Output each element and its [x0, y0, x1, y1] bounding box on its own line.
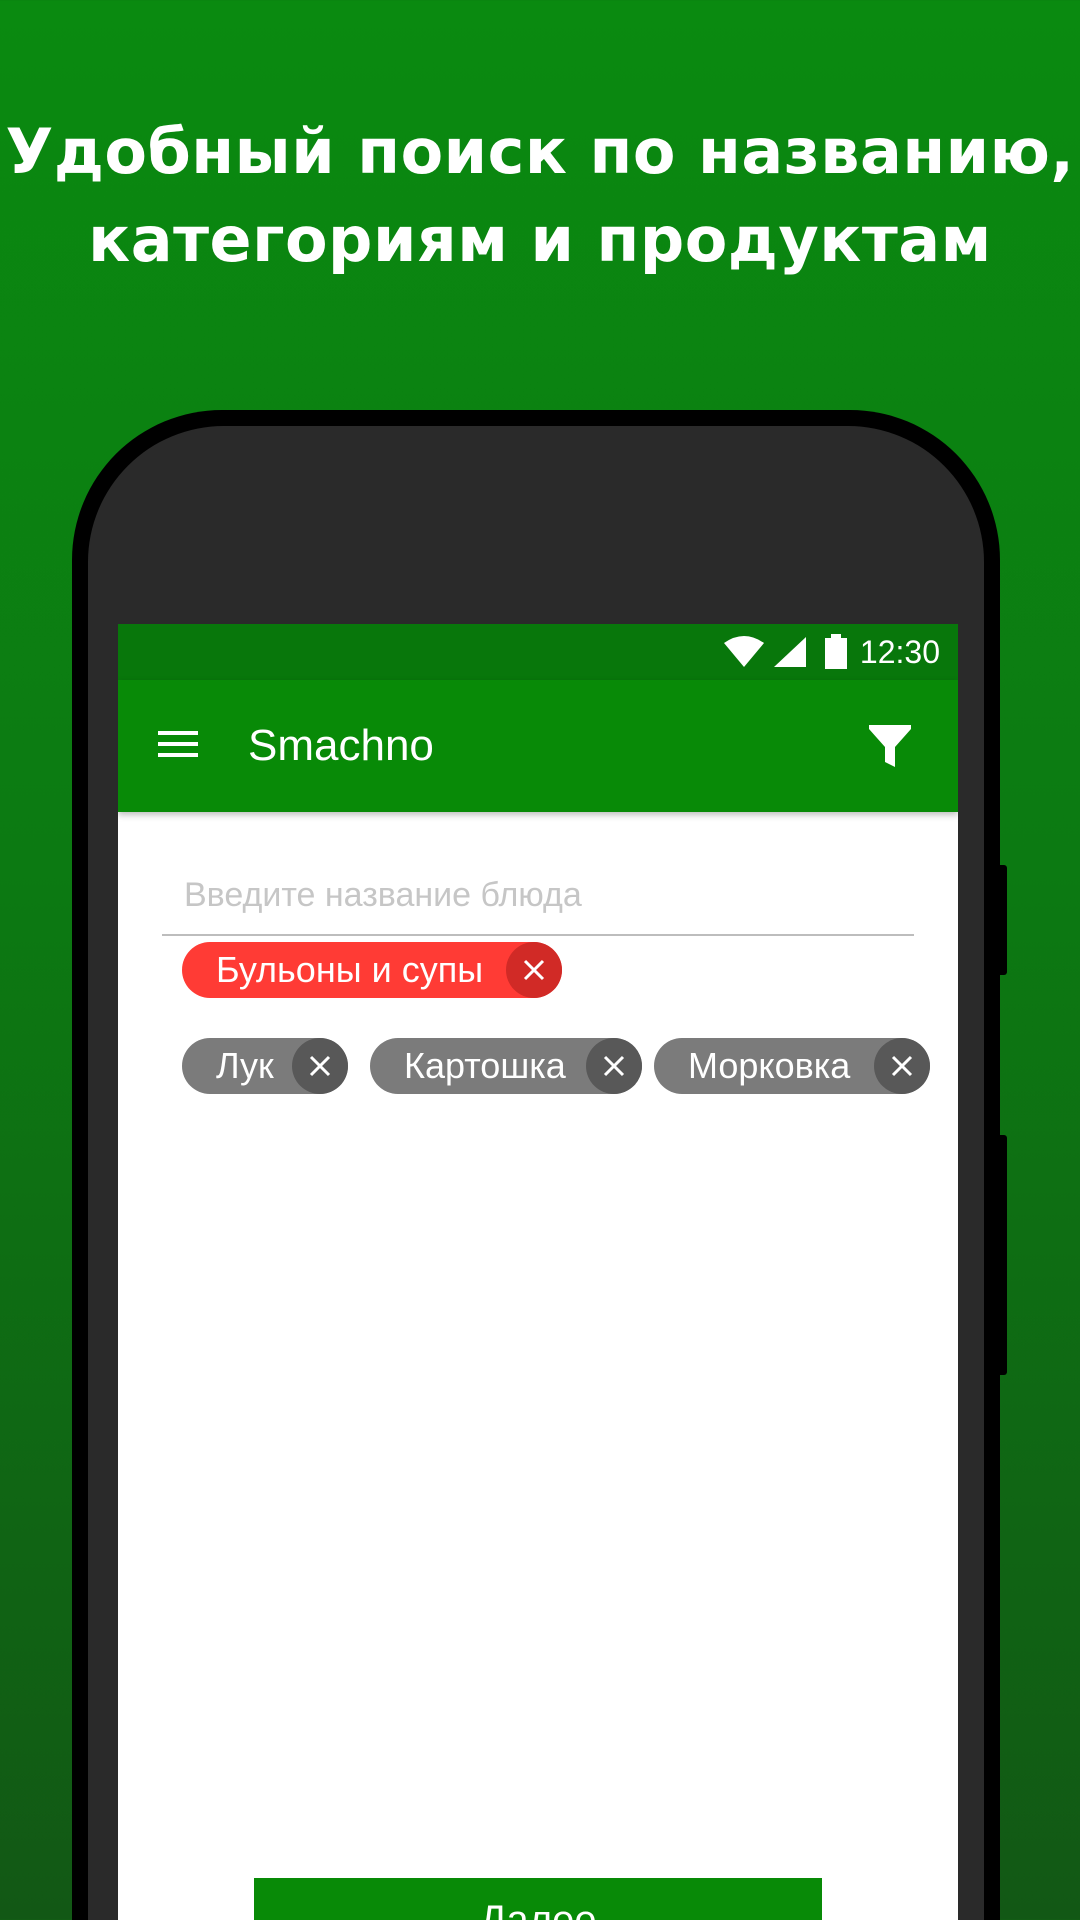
product-chip: Морковка [654, 1038, 930, 1094]
search-input[interactable] [162, 856, 914, 934]
chip-remove-button[interactable] [506, 942, 562, 998]
app-bar: Smachno [118, 680, 958, 812]
product-chip: Картошка [370, 1038, 642, 1094]
search-field[interactable] [162, 856, 914, 936]
chip-remove-button[interactable] [292, 1038, 348, 1094]
phone-side-button [999, 1135, 1007, 1375]
phone-side-button [999, 865, 1007, 975]
filter-icon [869, 725, 911, 767]
menu-icon [158, 731, 198, 757]
signal-icon [773, 637, 806, 667]
category-chip: Бульоны и супы [182, 942, 562, 998]
chip-label: Бульоны и супы [216, 949, 484, 990]
chip-remove-button[interactable] [874, 1038, 930, 1094]
close-icon [891, 1055, 913, 1077]
chip-label: Лук [216, 1045, 274, 1086]
promo-headline-line-1: Удобный поиск по названию, [5, 115, 1075, 188]
close-icon [603, 1055, 625, 1077]
chip-remove-button[interactable] [586, 1038, 642, 1094]
close-icon [523, 959, 545, 981]
menu-button[interactable] [156, 724, 200, 764]
product-chip: Лук [182, 1038, 348, 1094]
close-icon [309, 1055, 331, 1077]
status-bar: 12:30 [118, 624, 958, 680]
app-screen: 12:30 Smachno Бульоны и супы Лук [118, 624, 958, 1920]
status-icons: 12:30 [722, 624, 940, 680]
chip-label: Морковка [688, 1045, 851, 1086]
next-button[interactable]: Далее [254, 1878, 822, 1920]
battery-icon [824, 634, 847, 669]
filter-button[interactable] [868, 724, 912, 768]
status-time: 12:30 [859, 633, 940, 670]
chip-label: Картошка [404, 1045, 566, 1086]
next-button-label: Далее [479, 1898, 597, 1920]
wifi-icon [723, 636, 764, 667]
promo-headline-line-2: категориям и продуктам [88, 203, 992, 276]
promo-headline: Удобный поиск по названию, категориям и … [0, 108, 1080, 284]
app-title: Smachno [248, 721, 434, 770]
